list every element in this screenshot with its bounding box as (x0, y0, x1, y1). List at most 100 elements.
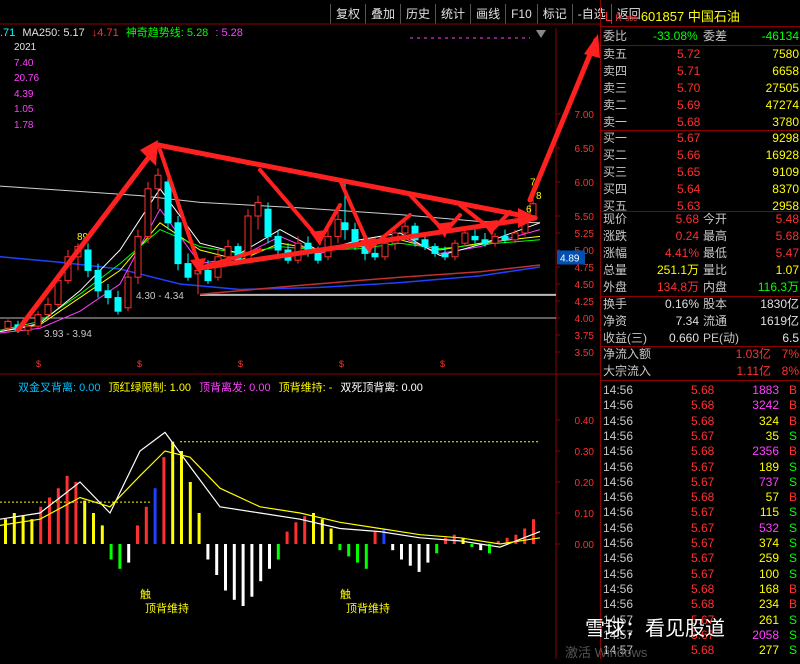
panel-text: 1830亿 (760, 297, 799, 311)
stat2-row: 净资 7.34 流通 1619亿 (601, 313, 800, 330)
panel-text: 277 (758, 643, 779, 658)
panel-text: 买三 (603, 165, 628, 179)
candle-body (421, 239, 429, 248)
price-tick-label: 4.25 (575, 297, 595, 308)
legend-entry: 双金叉背离: 0.00 (18, 382, 101, 394)
panel-text: 9298 (772, 131, 799, 145)
left-value: 2021 (14, 42, 37, 53)
panel-text: 净资 (603, 314, 628, 328)
low-label-a: 4.30 - 4.34 (136, 291, 184, 302)
stat2-row: 换手 0.16% 股本 1830亿 (601, 296, 800, 313)
panel-text: 总量 (603, 263, 628, 277)
histogram-bar (74, 482, 78, 544)
histogram-bar (259, 544, 263, 582)
r-mark: R (615, 13, 622, 23)
touch-label-2: 触 (340, 587, 351, 601)
panel-text: 5.66 (677, 148, 701, 162)
ma250-label: MA250: 5.17 (22, 27, 85, 39)
info-prefix: .71 (0, 27, 16, 39)
panel-text: 换手 (603, 297, 628, 311)
left-value: 4.39 (14, 88, 34, 100)
stat-row: 总量 251.1万 量比 1.07 (601, 262, 800, 279)
legend-entry: 顶背维持: - (278, 382, 333, 394)
chart-canvas[interactable]: 7.006.506.005.505.255.004.754.504.254.00… (0, 0, 600, 659)
panel-text: 卖五 (603, 47, 628, 61)
ind-tick-label: 0.20 (575, 478, 595, 489)
left-values: 2021 7.40 20.76 4.39 1.05 1.78 (14, 40, 39, 133)
panel-text: 6.5 (782, 331, 799, 345)
dif-line (0, 431, 541, 548)
candle-body (254, 201, 262, 217)
panel-text: 1.07 (775, 263, 799, 277)
histogram-bar (162, 457, 166, 544)
quote-panel: L R 300 601857 中国石油 委比 -33.08% 委差 -46134 卖五 5… (600, 0, 800, 659)
panel-text: 收益(三) (603, 331, 647, 345)
ind-tick-label: 0.40 (575, 416, 595, 427)
panel-text: -33.08% (653, 29, 698, 43)
histogram-bar (320, 519, 324, 544)
panel-text: 卖三 (603, 81, 628, 95)
panel-text: 5.70 (677, 81, 701, 95)
candle-body (134, 235, 142, 278)
histogram-bar (479, 544, 483, 551)
candle-body (451, 242, 459, 258)
panel-text: 买四 (603, 182, 628, 196)
date-marker: $ (238, 359, 243, 369)
panel-text: 卖四 (603, 64, 628, 78)
histogram-bar (285, 531, 289, 544)
stat-row: 外盘 134.8万 内盘 116.3万 (601, 279, 800, 296)
legend-entry: 顶红绿限制: 1.00 (108, 382, 192, 394)
histogram-bar (30, 519, 34, 544)
kline-chart[interactable]: 7.006.506.005.505.255.004.754.504.254.00… (0, 0, 600, 659)
touch-label-1: 触 (140, 587, 151, 601)
histogram-bar (364, 544, 368, 569)
left-value: 7.40 (14, 57, 34, 69)
panel-text: 3780 (772, 115, 799, 129)
candle-body (371, 252, 379, 258)
candle-body (204, 269, 212, 282)
panel-text: 47274 (765, 98, 799, 112)
panel-text: 1.03亿 (735, 347, 771, 361)
candle-body (24, 325, 32, 331)
panel-text: 股本 (703, 297, 728, 311)
histogram-bar (224, 544, 227, 591)
panel-text: 9109 (772, 165, 799, 179)
candle-body (471, 235, 479, 241)
date-marker: $ (440, 359, 445, 369)
price-tick-label: 6.50 (575, 144, 595, 155)
flow-row: 大宗流入 1.11亿 8% (601, 363, 800, 380)
sell-row: 卖四 5.71 6658 (601, 63, 800, 80)
candle-body (34, 314, 42, 327)
panel-text: PE(动) (703, 331, 740, 345)
price-tick-label: 4.50 (575, 280, 595, 291)
stock-code: 601857 (640, 9, 685, 24)
candle-body (44, 303, 52, 316)
histogram-bar (188, 482, 192, 544)
panel-text: 涨跌 (603, 229, 628, 243)
histogram-bar (417, 544, 421, 572)
panel-text: 7580 (772, 47, 799, 61)
current-price-label: 4.89 (560, 253, 580, 264)
panel-text: 委比 (603, 29, 628, 43)
candle-body (491, 235, 499, 244)
price-tick-label: 5.50 (575, 212, 595, 223)
stat-row: 涨跌 0.24 最高 5.68 (601, 228, 800, 245)
panel-text: 5.71 (677, 64, 701, 78)
histogram-bar (329, 528, 333, 544)
panel-text: S (788, 643, 797, 658)
flow-row: 净流入额 1.03亿 7% (601, 346, 800, 363)
indicator-info-line: .71 MA250: 5.17 ↓4.71 神奇趋势线: 5.28 : 5.28 (0, 24, 247, 40)
histogram-bar (241, 544, 245, 606)
r-sub: 300 (625, 16, 638, 23)
histogram-bar (276, 544, 280, 560)
panel-text: 8370 (772, 182, 799, 196)
ind-tick-label: 0.00 (575, 540, 595, 551)
divergence-label-2: 顶背维持 (346, 601, 390, 615)
candle-body (94, 269, 102, 292)
panel-text: 5.47 (775, 246, 799, 260)
sell-row: 卖二 5.69 47274 (601, 97, 800, 114)
ma250-value2: ↓4.71 (91, 27, 119, 39)
candle-body (154, 174, 162, 190)
panel-text: 卖一 (603, 115, 628, 129)
histogram-bar (4, 519, 7, 544)
